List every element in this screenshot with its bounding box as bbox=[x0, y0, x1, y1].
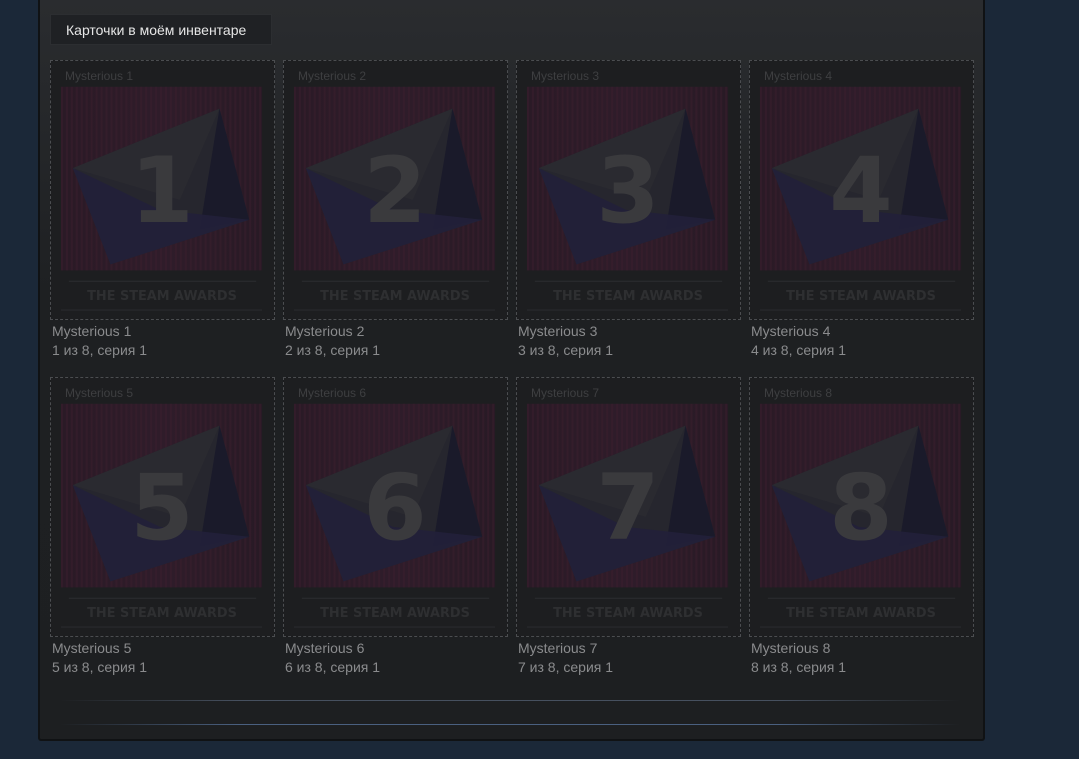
card-caption: Mysterious 1 1 из 8, серия 1 bbox=[52, 322, 277, 360]
card-overlay-name: Mysterious 8 bbox=[764, 386, 833, 400]
card-series: 6 из 8, серия 1 bbox=[285, 659, 381, 675]
card-name: Mysterious 6 bbox=[285, 640, 365, 656]
envelope-icon: 3 THE STEAM AWARDS bbox=[517, 61, 740, 319]
envelope-icon: 8 THE STEAM AWARDS bbox=[750, 378, 973, 636]
card-tile[interactable]: 8 THE STEAM AWARDS Mysterious 8 bbox=[749, 377, 974, 637]
card-caption: Mysterious 4 4 из 8, серия 1 bbox=[751, 322, 976, 360]
card-footer-text: THE STEAM AWARDS bbox=[553, 289, 703, 304]
card-series: 7 из 8, серия 1 bbox=[518, 659, 614, 675]
card-name: Mysterious 7 bbox=[518, 640, 598, 656]
card-art: 2 THE STEAM AWARDS bbox=[284, 61, 507, 319]
card-art: 8 THE STEAM AWARDS bbox=[750, 378, 973, 636]
card-number: 8 bbox=[829, 454, 892, 561]
inventory-cards-tab[interactable]: Карточки в моём инвентаре bbox=[50, 14, 272, 45]
card-tile[interactable]: 7 THE STEAM AWARDS Mysterious 7 bbox=[516, 377, 741, 637]
card-overlay-name: Mysterious 4 bbox=[764, 69, 833, 83]
card-tile[interactable]: 6 THE STEAM AWARDS Mysterious 6 bbox=[283, 377, 508, 637]
card-tile[interactable]: 5 THE STEAM AWARDS Mysterious 5 bbox=[50, 377, 275, 637]
envelope-icon: 2 THE STEAM AWARDS bbox=[284, 61, 507, 319]
envelope-icon: 1 THE STEAM AWARDS bbox=[51, 61, 274, 319]
card-number: 4 bbox=[829, 137, 892, 244]
card-footer-text: THE STEAM AWARDS bbox=[553, 606, 703, 621]
card-overlay-name: Mysterious 3 bbox=[531, 69, 600, 83]
card-name: Mysterious 8 bbox=[751, 640, 831, 656]
card-series: 2 из 8, серия 1 bbox=[285, 342, 381, 358]
card-series: 1 из 8, серия 1 bbox=[52, 342, 148, 358]
card-overlay-name: Mysterious 2 bbox=[298, 69, 367, 83]
card-footer-text: THE STEAM AWARDS bbox=[87, 289, 237, 304]
card-overlay-name: Mysterious 1 bbox=[65, 69, 134, 83]
card-name: Mysterious 4 bbox=[751, 323, 831, 339]
card-number: 2 bbox=[363, 137, 426, 244]
card-art: 1 THE STEAM AWARDS bbox=[51, 61, 274, 319]
card-caption: Mysterious 6 6 из 8, серия 1 bbox=[285, 639, 510, 677]
card-number: 1 bbox=[130, 137, 193, 244]
card-footer-text: THE STEAM AWARDS bbox=[87, 606, 237, 621]
card-overlay-name: Mysterious 6 bbox=[298, 386, 367, 400]
card-name: Mysterious 2 bbox=[285, 323, 365, 339]
card-caption: Mysterious 3 3 из 8, серия 1 bbox=[518, 322, 743, 360]
bottom-divider-top bbox=[60, 700, 960, 701]
card-art: 6 THE STEAM AWARDS bbox=[284, 378, 507, 636]
card-art: 4 THE STEAM AWARDS bbox=[750, 61, 973, 319]
card-number: 3 bbox=[596, 137, 659, 244]
envelope-icon: 7 THE STEAM AWARDS bbox=[517, 378, 740, 636]
card-series: 5 из 8, серия 1 bbox=[52, 659, 148, 675]
card-number: 6 bbox=[363, 454, 426, 561]
card-caption: Mysterious 7 7 из 8, серия 1 bbox=[518, 639, 743, 677]
card-art: 7 THE STEAM AWARDS bbox=[517, 378, 740, 636]
card-series: 4 из 8, серия 1 bbox=[751, 342, 847, 358]
card-tile[interactable]: 4 THE STEAM AWARDS Mysterious 4 bbox=[749, 60, 974, 320]
card-caption: Mysterious 8 8 из 8, серия 1 bbox=[751, 639, 976, 677]
envelope-icon: 4 THE STEAM AWARDS bbox=[750, 61, 973, 319]
card-name: Mysterious 3 bbox=[518, 323, 598, 339]
card-name: Mysterious 1 bbox=[52, 323, 132, 339]
card-tile[interactable]: 3 THE STEAM AWARDS Mysterious 3 bbox=[516, 60, 741, 320]
card-name: Mysterious 5 bbox=[52, 640, 132, 656]
card-series: 8 из 8, серия 1 bbox=[751, 659, 847, 675]
card-art: 3 THE STEAM AWARDS bbox=[517, 61, 740, 319]
card-footer-text: THE STEAM AWARDS bbox=[786, 289, 936, 304]
card-caption: Mysterious 5 5 из 8, серия 1 bbox=[52, 639, 277, 677]
card-number: 7 bbox=[596, 454, 659, 561]
card-footer-text: THE STEAM AWARDS bbox=[320, 606, 470, 621]
envelope-icon: 6 THE STEAM AWARDS bbox=[284, 378, 507, 636]
card-number: 5 bbox=[130, 454, 193, 561]
bottom-divider-bottom bbox=[60, 724, 960, 725]
card-series: 3 из 8, серия 1 bbox=[518, 342, 614, 358]
card-footer-text: THE STEAM AWARDS bbox=[786, 606, 936, 621]
card-tile[interactable]: 2 THE STEAM AWARDS Mysterious 2 bbox=[283, 60, 508, 320]
card-overlay-name: Mysterious 5 bbox=[65, 386, 134, 400]
card-footer-text: THE STEAM AWARDS bbox=[320, 289, 470, 304]
envelope-icon: 5 THE STEAM AWARDS bbox=[51, 378, 274, 636]
card-tile[interactable]: 1 THE STEAM AWARDS Mysterious 1 bbox=[50, 60, 275, 320]
card-overlay-name: Mysterious 7 bbox=[531, 386, 600, 400]
card-caption: Mysterious 2 2 из 8, серия 1 bbox=[285, 322, 510, 360]
card-art: 5 THE STEAM AWARDS bbox=[51, 378, 274, 636]
